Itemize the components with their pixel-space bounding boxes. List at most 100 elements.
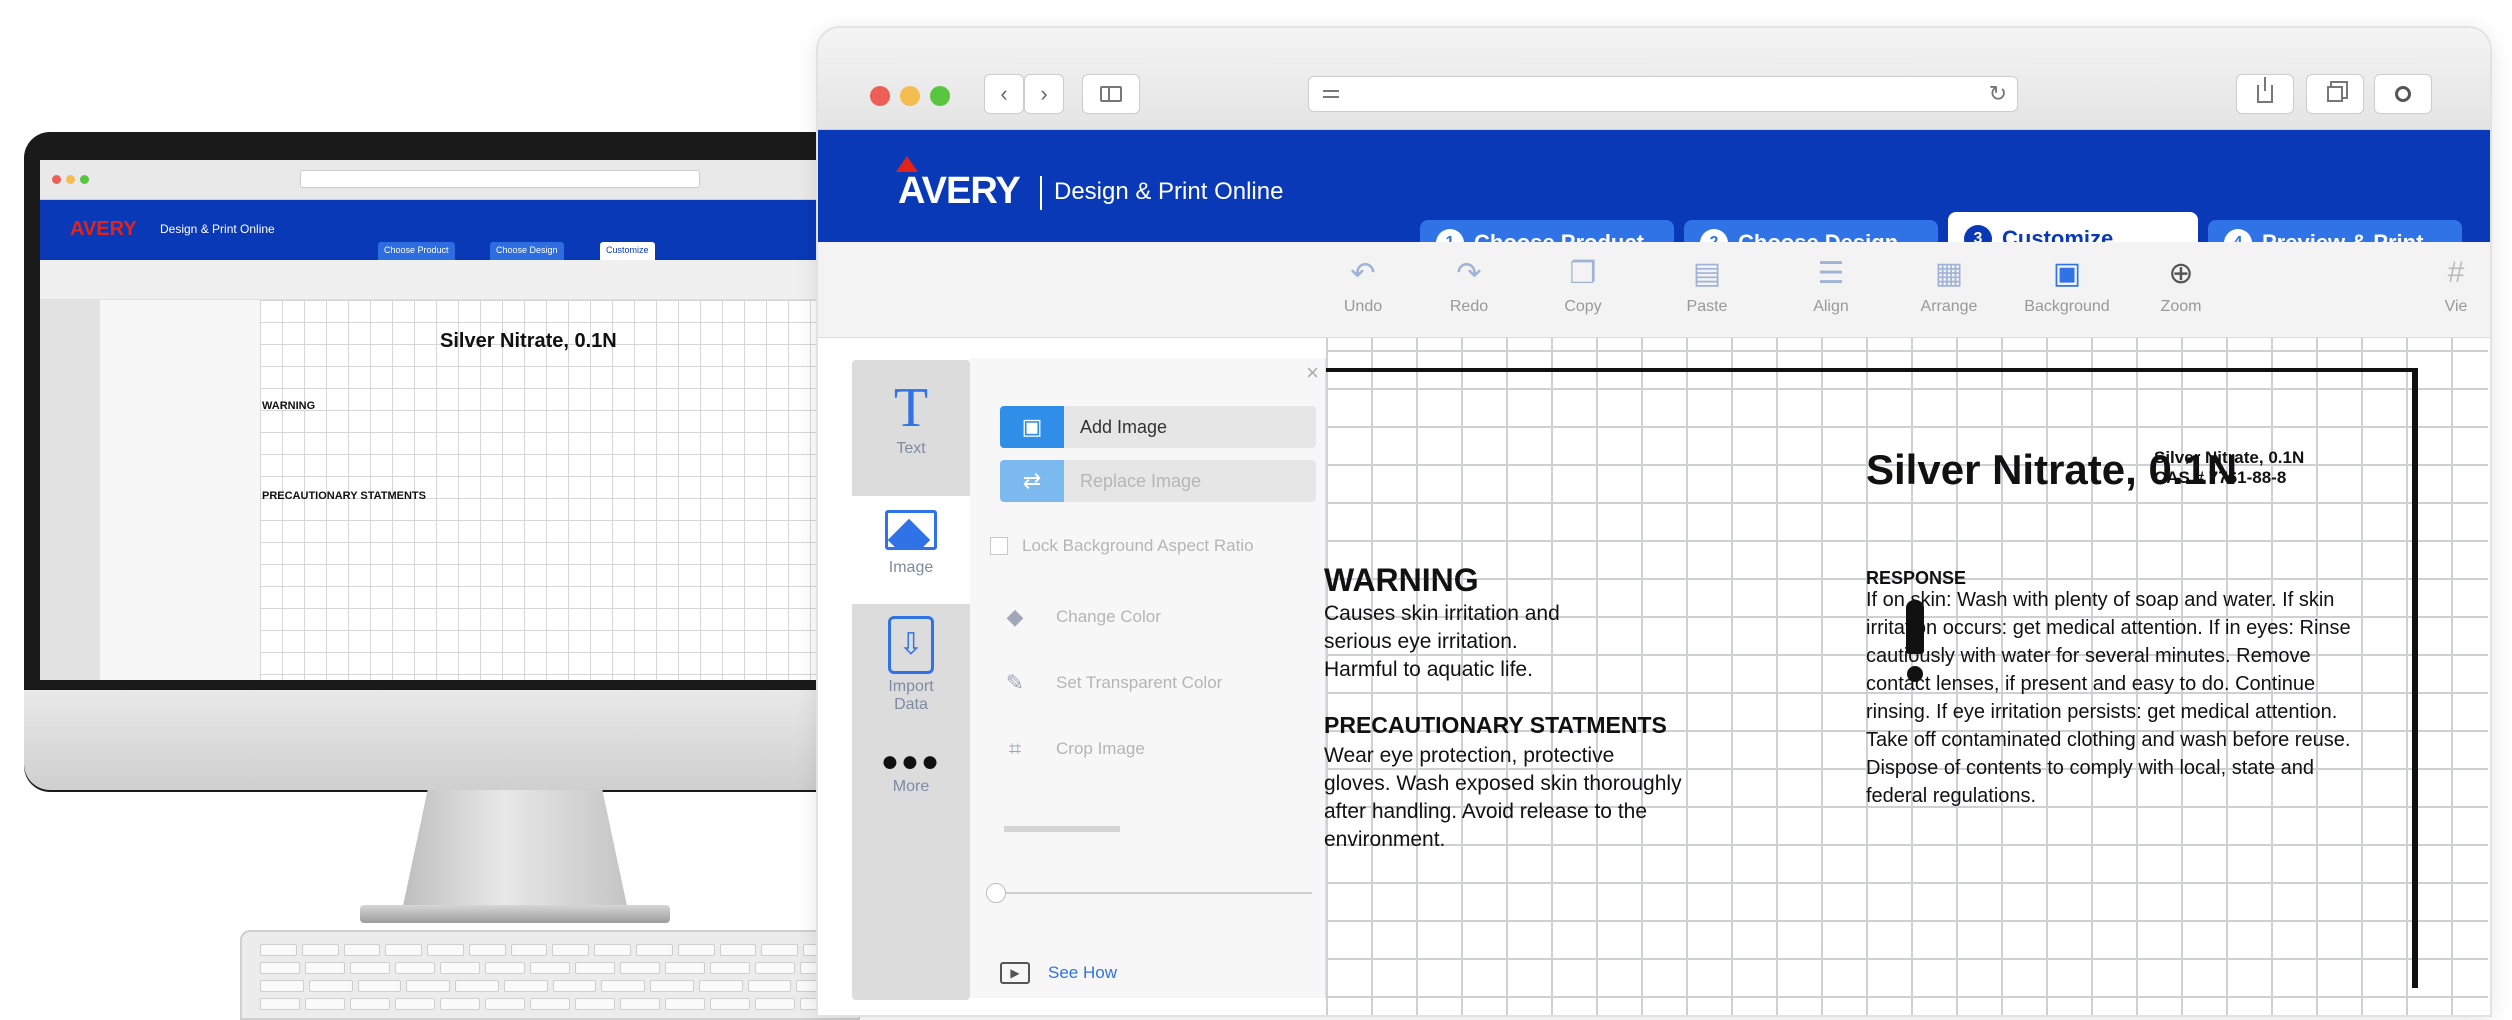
label-warning-heading[interactable]: WARNING	[1324, 562, 1479, 599]
label-precautionary-body[interactable]: Wear eye protection, protective gloves. …	[1324, 742, 1682, 854]
close-panel-icon[interactable]: ×	[1306, 360, 1319, 386]
arrange-icon: ▦	[1934, 257, 1964, 290]
url-bar[interactable]: ↻	[1308, 76, 2018, 112]
slider-knob[interactable]	[986, 883, 1006, 903]
browser-window: ‹ › ↻ AVERY Design & Print Online 1Choos…	[818, 28, 2490, 1015]
view-button[interactable]: # Vie	[2426, 256, 2486, 316]
window-zoom-button[interactable]	[930, 86, 950, 106]
cas-number: CAS # 7761-88-8	[2154, 468, 2287, 487]
share-icon	[2257, 77, 2273, 103]
rail-image[interactable]: Image	[852, 496, 970, 604]
align-icon: ☰	[1817, 257, 1845, 290]
imac-stand	[400, 790, 630, 920]
background-button[interactable]: ▣ Background	[2012, 256, 2122, 316]
eyedropper-icon: ✎	[1005, 670, 1025, 695]
mini-close-dot	[52, 175, 61, 184]
mini-label-warning: WARNING	[262, 400, 316, 412]
mini-label-title: Silver Nitrate, 0.1N	[440, 330, 617, 352]
forward-button[interactable]: ›	[1024, 74, 1064, 114]
mini-panel	[100, 300, 260, 680]
arrange-button[interactable]: ▦ Arrange	[1904, 256, 1994, 316]
mini-label-precautionary: PRECAUTIONARY STATMENTS	[262, 490, 426, 502]
grid-icon: #	[2447, 256, 2465, 289]
mini-url-bar	[300, 170, 700, 188]
chevron-right-icon: ›	[1040, 81, 1048, 106]
mini-minimize-dot	[66, 175, 75, 184]
redo-button[interactable]: ↷ Redo	[1424, 256, 1514, 316]
set-transparent-option[interactable]: ✎ Set Transparent Color	[1000, 670, 1223, 696]
imac-screen: AVERY Design & Print Online Choose Produ…	[40, 160, 820, 680]
precaution-line: Wear eye protection, protective	[1324, 744, 1615, 767]
warning-line: serious eye irritation.	[1324, 630, 1518, 653]
avery-logo[interactable]: AVERY	[898, 170, 1021, 213]
label-warning-body[interactable]: Causes skin irritation and serious eye i…	[1324, 600, 1560, 684]
image-options-panel: × ▣ Add Image ⇄ Replace Image Lock Backg…	[970, 358, 1326, 998]
precaution-line: environment.	[1324, 828, 1446, 851]
size-slider[interactable]	[986, 883, 1312, 903]
copy-button[interactable]: ❐ Copy	[1538, 256, 1628, 316]
see-how-link[interactable]: ▶ See How	[1000, 962, 1117, 984]
tool-rail: T Text Image ⇩ Import Data ●●● More	[852, 360, 970, 1000]
picture-icon: ▣	[1000, 406, 1064, 448]
copy-icon: ❐	[1569, 257, 1597, 290]
extension-button[interactable]	[2374, 74, 2432, 114]
mini-tab-choose-product: Choose Product	[378, 242, 455, 260]
chemical-name: Silver Nitrate, 0.1N	[2154, 448, 2305, 467]
mini-canvas: Silver Nitrate, 0.1N WARNING PRECAUTIONA…	[260, 300, 820, 680]
keyboard-illustration	[240, 930, 860, 1020]
swap-icon: ⇄	[1000, 460, 1064, 502]
window-close-button[interactable]	[870, 86, 890, 106]
more-icon: ●●●	[880, 745, 942, 778]
lock-aspect-checkbox[interactable]: Lock Background Aspect Ratio	[990, 536, 1254, 556]
import-icon: ⇩	[888, 616, 934, 674]
mini-header: AVERY Design & Print Online Choose Produ…	[40, 200, 820, 260]
tabs-button[interactable]	[2306, 74, 2364, 114]
crop-icon: ⌗	[1008, 736, 1022, 761]
warning-line: Harmful to aquatic life.	[1324, 658, 1533, 681]
brand-divider	[1040, 176, 1042, 210]
reader-icon	[1323, 90, 1339, 98]
mini-rail	[40, 300, 100, 680]
transparency-bar	[1004, 826, 1120, 832]
mini-logo: AVERY	[70, 218, 137, 240]
reload-icon[interactable]: ↻	[1989, 81, 2007, 107]
play-icon: ▶	[1000, 962, 1030, 984]
undo-icon: ↶	[1350, 257, 1376, 290]
circle-icon	[2395, 86, 2411, 102]
mini-subtitle: Design & Print Online	[160, 222, 275, 236]
color-drop-icon: ◆	[1006, 604, 1024, 629]
align-button[interactable]: ☰ Align	[1786, 256, 1876, 316]
window-minimize-button[interactable]	[900, 86, 920, 106]
sidebar-icon	[1100, 86, 1122, 102]
zoom-icon: ⊕	[2168, 257, 2194, 290]
mini-zoom-dot	[80, 175, 89, 184]
back-button[interactable]: ‹	[984, 74, 1024, 114]
imac-foot	[360, 905, 670, 923]
label-response-body[interactable]: If on skin: Wash with plenty of soap and…	[1866, 586, 2366, 810]
text-icon: T	[893, 377, 929, 439]
paste-icon: ▤	[1692, 257, 1722, 290]
zoom-button[interactable]: ⊕ Zoom	[2136, 256, 2226, 316]
precaution-line: gloves. Wash exposed skin thoroughly	[1324, 772, 1682, 795]
precaution-line: after handling. Avoid release to the	[1324, 800, 1648, 823]
label-precautionary-heading[interactable]: PRECAUTIONARY STATMENTS	[1324, 712, 1667, 739]
paste-button[interactable]: ▤ Paste	[1662, 256, 1752, 316]
checkbox[interactable]	[990, 537, 1008, 555]
rail-text[interactable]: T Text	[852, 380, 970, 458]
label-chemical-id[interactable]: Silver Nitrate, 0.1N CAS # 7761-88-8	[2154, 448, 2304, 488]
brand-subtitle: Design & Print Online	[1054, 178, 1284, 205]
replace-image-button[interactable]: ⇄ Replace Image	[1000, 460, 1316, 502]
background-icon: ▣	[2052, 257, 2082, 290]
chevron-left-icon: ‹	[1000, 81, 1008, 106]
share-button[interactable]	[2236, 74, 2294, 114]
crop-image-option[interactable]: ⌗ Crop Image	[1000, 736, 1145, 762]
redo-icon: ↷	[1456, 257, 1482, 290]
rail-import-data[interactable]: ⇩ Import Data	[852, 616, 970, 714]
add-image-button[interactable]: ▣ Add Image	[1000, 406, 1316, 448]
undo-button[interactable]: ↶ Undo	[1318, 256, 1408, 316]
mini-tab-customize: Customize	[600, 242, 655, 260]
change-color-option[interactable]: ◆ Change Color	[1000, 604, 1161, 630]
editor-toolbar: ↶ Undo ↷ Redo ❐ Copy ▤ Paste ☰ Align ▦ Arrange…	[818, 242, 2490, 338]
sidebar-toggle-button[interactable]	[1082, 74, 1140, 114]
rail-more[interactable]: ●●● More	[852, 745, 970, 796]
